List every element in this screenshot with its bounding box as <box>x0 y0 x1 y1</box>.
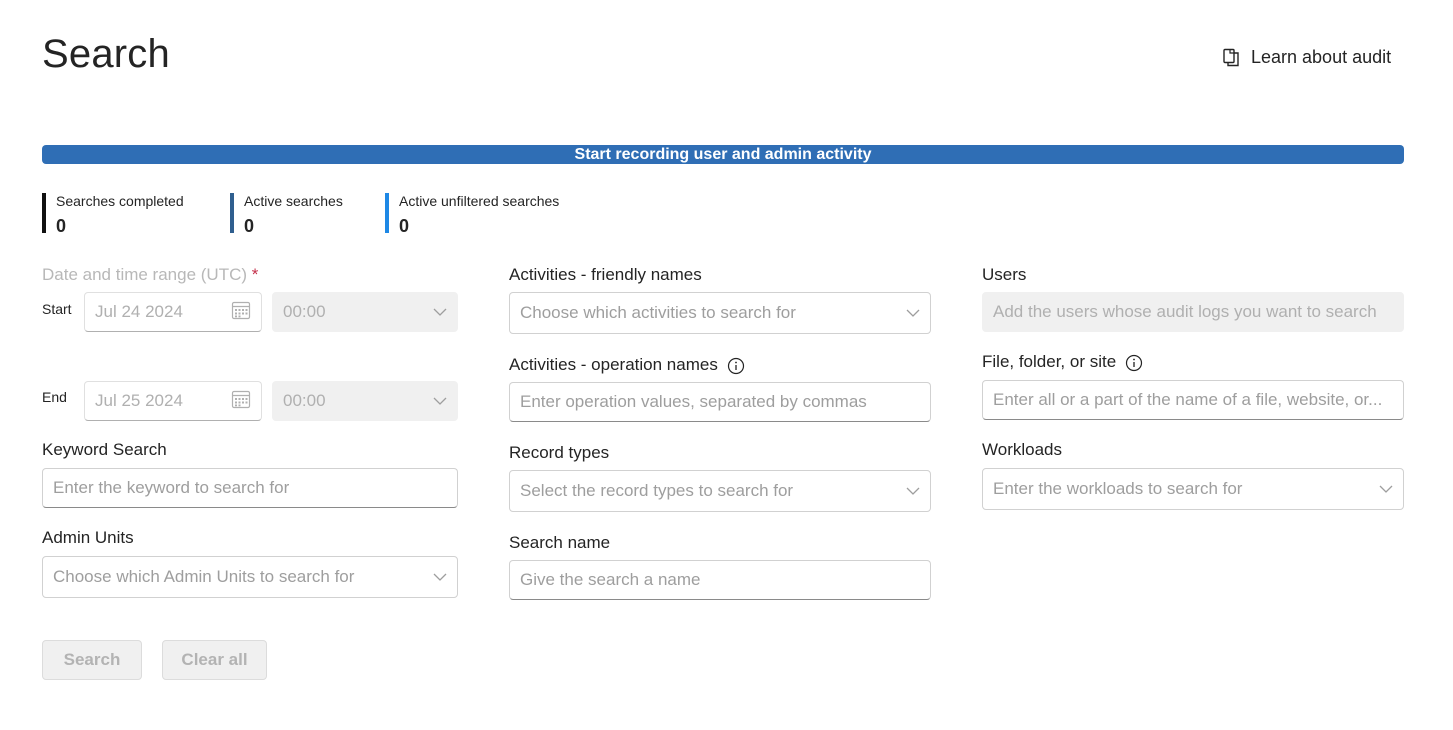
start-time-value: 00:00 <box>283 302 326 321</box>
stat-active-unfiltered-searches: Active unfiltered searches 0 <box>385 193 560 236</box>
search-name-label: Search name <box>509 533 611 552</box>
clear-all-button[interactable]: Clear all <box>162 640 267 680</box>
start-date-value: Jul 24 2024 <box>95 302 183 321</box>
info-icon[interactable] <box>727 357 745 375</box>
end-time-value: 00:00 <box>283 391 326 410</box>
admin-units-dropdown[interactable]: Choose which Admin Units to search for <box>42 556 458 598</box>
file-folder-site-input[interactable]: Enter all or a part of the name of a fil… <box>982 380 1404 420</box>
record-types-placeholder: Select the record types to search for <box>520 481 794 500</box>
stat-value: 0 <box>56 216 67 236</box>
calendar-icon[interactable] <box>231 300 251 325</box>
stat-label: Active unfiltered searches <box>399 193 560 209</box>
chevron-down-icon <box>906 306 920 320</box>
activities-friendly-placeholder: Choose which activities to search for <box>520 303 796 322</box>
activities-operation-label-text: Activities - operation names <box>509 355 718 374</box>
activities-friendly-dropdown[interactable]: Choose which activities to search for <box>509 292 931 334</box>
admin-units-placeholder: Choose which Admin Units to search for <box>53 567 355 586</box>
stat-label: Searches completed <box>56 193 184 209</box>
stat-value: 0 <box>399 216 410 236</box>
end-date-value: Jul 25 2024 <box>95 391 183 410</box>
copy-pages-icon <box>1222 48 1241 67</box>
admin-units-label: Admin Units <box>42 528 134 547</box>
workloads-placeholder: Enter the workloads to search for <box>993 479 1243 498</box>
users-input[interactable]: Add the users whose audit logs you want … <box>982 292 1404 332</box>
workloads-dropdown[interactable]: Enter the workloads to search for <box>982 468 1404 510</box>
date-range-label-text: Date and time range (UTC) <box>42 265 248 284</box>
record-types-dropdown[interactable]: Select the record types to search for <box>509 470 931 512</box>
date-range-label: Date and time range (UTC) * <box>42 265 258 285</box>
file-folder-site-label-text: File, folder, or site <box>982 352 1117 371</box>
keyword-search-input[interactable]: Enter the keyword to search for <box>42 468 458 508</box>
file-folder-site-label: File, folder, or site <box>982 352 1143 372</box>
end-label: End <box>42 389 67 405</box>
search-button[interactable]: Search <box>42 640 142 680</box>
end-date-picker[interactable]: Jul 25 2024 <box>84 381 262 421</box>
chevron-down-icon <box>433 394 447 408</box>
page-title: Search <box>42 32 170 76</box>
end-time-dropdown[interactable]: 00:00 <box>272 381 458 421</box>
stat-value: 0 <box>244 216 255 236</box>
workloads-label: Workloads <box>982 440 1062 459</box>
chevron-down-icon <box>433 305 447 319</box>
stat-active-searches: Active searches 0 <box>230 193 343 236</box>
learn-about-audit-label: Learn about audit <box>1251 47 1392 67</box>
start-time-dropdown[interactable]: 00:00 <box>272 292 458 332</box>
users-placeholder: Add the users whose audit logs you want … <box>993 302 1377 321</box>
record-types-label: Record types <box>509 443 610 462</box>
calendar-icon[interactable] <box>231 389 251 414</box>
start-label: Start <box>42 301 72 317</box>
required-mark: * <box>251 265 259 284</box>
chevron-down-icon <box>906 484 920 498</box>
learn-about-audit-link[interactable]: Learn about audit <box>1222 47 1391 68</box>
keyword-search-label: Keyword Search <box>42 440 167 459</box>
start-date-picker[interactable]: Jul 24 2024 <box>84 292 262 332</box>
info-icon[interactable] <box>1125 354 1143 372</box>
stat-searches-completed: Searches completed 0 <box>42 193 184 236</box>
keyword-search-placeholder: Enter the keyword to search for <box>53 478 290 497</box>
start-recording-banner[interactable]: Start recording user and admin activity <box>42 145 1404 164</box>
chevron-down-icon <box>1379 482 1393 496</box>
users-label: Users <box>982 265 1027 284</box>
stat-label: Active searches <box>244 193 343 209</box>
file-folder-site-placeholder: Enter all or a part of the name of a fil… <box>993 390 1383 409</box>
search-name-placeholder: Give the search a name <box>520 570 701 589</box>
activities-friendly-label: Activities - friendly names <box>509 265 702 284</box>
activities-operation-label: Activities - operation names <box>509 355 745 375</box>
activities-operation-placeholder: Enter operation values, separated by com… <box>520 392 867 411</box>
chevron-down-icon <box>433 570 447 584</box>
activities-operation-input[interactable]: Enter operation values, separated by com… <box>509 382 931 422</box>
search-name-input[interactable]: Give the search a name <box>509 560 931 600</box>
